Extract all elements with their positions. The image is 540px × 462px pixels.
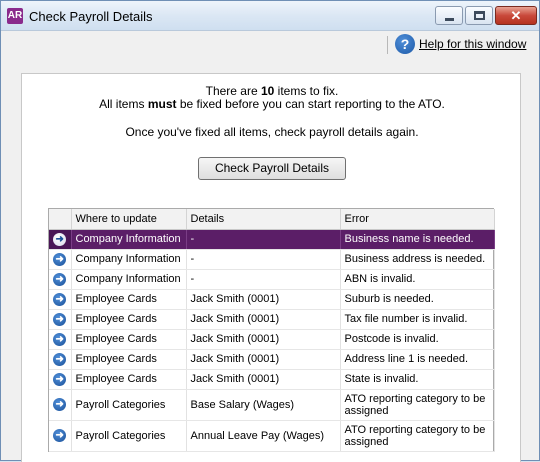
cell-error: Address line 1 is needed.	[340, 349, 495, 370]
table-row[interactable]: ➜ Employee Cards Jack Smith (0001) State is…	[49, 369, 495, 390]
check-again-message: Once you've fixed all items, check payro…	[125, 125, 419, 139]
window-title: Check Payroll Details	[29, 9, 153, 24]
cell-where: Employee Cards	[71, 309, 187, 330]
cell-where: Payroll Categories	[71, 420, 187, 452]
arrow-right-icon[interactable]: ➜	[53, 232, 67, 246]
cell-error: ABN is invalid.	[340, 269, 495, 290]
column-header-details[interactable]: Details	[186, 209, 341, 230]
cell-error: ATO reporting category to be assigned	[340, 420, 495, 452]
maximize-icon	[474, 11, 485, 20]
row-action-cell[interactable]: ➜	[49, 329, 72, 350]
main-panel: There are 10 items to fix. All items mus…	[21, 73, 521, 462]
help-bar: ? Help for this window	[1, 32, 539, 58]
cell-details: Jack Smith (0001)	[186, 329, 341, 350]
arrow-right-icon[interactable]: ➜	[53, 398, 67, 411]
title-bar[interactable]: AR Check Payroll Details ✕	[1, 1, 539, 31]
row-action-cell[interactable]: ➜	[49, 369, 72, 390]
table-row[interactable]: ➜ Company Information - Business address is…	[49, 249, 495, 270]
cell-details: Base Salary (Wages)	[186, 389, 341, 421]
items-to-fix-message: There are 10 items to fix.	[205, 84, 339, 98]
cell-where: Company Information	[71, 269, 187, 290]
cell-details: -	[186, 249, 341, 270]
arrow-right-icon[interactable]: ➜	[53, 332, 67, 346]
cell-details: Jack Smith (0001)	[186, 369, 341, 390]
cell-error: Tax file number is invalid.	[340, 309, 495, 330]
cell-where: Employee Cards	[71, 349, 187, 370]
cell-where: Company Information	[71, 249, 187, 270]
table-row[interactable]: ➜ Company Information - ABN is invalid.	[49, 269, 495, 290]
cell-details: Jack Smith (0001)	[186, 349, 341, 370]
cell-where: Employee Cards	[71, 369, 187, 390]
app-logo: AR	[7, 8, 23, 24]
cell-error: Postcode is invalid.	[340, 329, 495, 350]
help-link[interactable]: Help for this window	[419, 37, 526, 51]
table-row[interactable]: ➜ Company Information - Business name is ne…	[49, 229, 495, 250]
arrow-right-icon[interactable]: ➜	[53, 252, 67, 266]
table-header-row: Where to update Details Error	[49, 209, 495, 230]
cell-details: -	[186, 269, 341, 290]
cell-details: Jack Smith (0001)	[186, 289, 341, 310]
table-row[interactable]: ➜ Employee Cards Jack Smith (0001) Suburb i…	[49, 289, 495, 310]
maximize-button[interactable]	[465, 6, 493, 25]
cell-error: Suburb is needed.	[340, 289, 495, 310]
column-header-error[interactable]: Error	[340, 209, 495, 230]
issues-table: Where to update Details Error ➜ Company I…	[48, 208, 495, 452]
table-row[interactable]: ➜ Employee Cards Jack Smith (0001) Address …	[49, 349, 495, 370]
table-row[interactable]: ➜ Payroll Categories Base Salary (Wages) AT…	[49, 389, 495, 421]
help-separator	[387, 36, 388, 54]
column-header-where[interactable]: Where to update	[71, 209, 187, 230]
close-icon: ✕	[510, 8, 522, 23]
row-action-cell[interactable]: ➜	[49, 420, 72, 452]
column-header-icon	[49, 209, 72, 230]
cell-where: Company Information	[71, 229, 187, 250]
row-action-cell[interactable]: ➜	[49, 249, 72, 270]
cell-error: Business address is needed.	[340, 249, 495, 270]
items-count: 10	[260, 84, 275, 98]
help-icon[interactable]: ?	[395, 34, 415, 54]
cell-details: Jack Smith (0001)	[186, 309, 341, 330]
row-action-cell[interactable]: ➜	[49, 389, 72, 421]
arrow-right-icon[interactable]: ➜	[53, 429, 67, 442]
cell-details: Annual Leave Pay (Wages)	[186, 420, 341, 452]
table-row[interactable]: ➜ Employee Cards Jack Smith (0001) Postcode…	[49, 329, 495, 350]
cell-error: State is invalid.	[340, 369, 495, 390]
table-row[interactable]: ➜ Employee Cards Jack Smith (0001) Tax file…	[49, 309, 495, 330]
must-fix-message: All items must be fixed before you can s…	[99, 97, 445, 111]
row-action-cell[interactable]: ➜	[49, 309, 72, 330]
minimize-icon	[445, 18, 454, 21]
arrow-right-icon[interactable]: ➜	[53, 272, 67, 286]
close-button[interactable]: ✕	[495, 6, 537, 25]
table-row[interactable]: ➜ Payroll Categories Annual Leave Pay (Wag…	[49, 420, 495, 452]
cell-where: Payroll Categories	[71, 389, 187, 421]
row-action-cell[interactable]: ➜	[49, 269, 72, 290]
minimize-button[interactable]	[435, 6, 463, 25]
cell-error: Business name is needed.	[340, 229, 495, 250]
arrow-right-icon[interactable]: ➜	[53, 292, 67, 306]
check-payroll-details-window: AR Check Payroll Details ✕ ? Help for th…	[0, 0, 540, 462]
cell-where: Employee Cards	[71, 329, 187, 350]
arrow-right-icon[interactable]: ➜	[53, 352, 67, 366]
cell-error: ATO reporting category to be assigned	[340, 389, 495, 421]
check-payroll-details-button[interactable]: Check Payroll Details	[198, 157, 346, 180]
cell-where: Employee Cards	[71, 289, 187, 310]
arrow-right-icon[interactable]: ➜	[53, 312, 67, 326]
row-action-cell[interactable]: ➜	[49, 289, 72, 310]
row-action-cell[interactable]: ➜	[49, 229, 72, 250]
cell-details: -	[186, 229, 341, 250]
arrow-right-icon[interactable]: ➜	[53, 372, 67, 386]
row-action-cell[interactable]: ➜	[49, 349, 72, 370]
